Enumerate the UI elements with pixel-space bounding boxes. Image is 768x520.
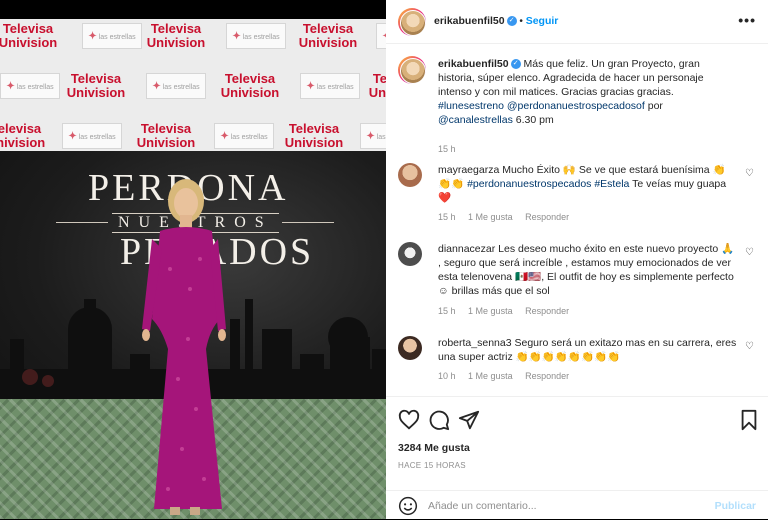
like-comment-heart-icon[interactable]: ♡ xyxy=(745,247,754,258)
comment-age: 15 h xyxy=(438,212,456,222)
author-username[interactable]: erikabuenfil50 xyxy=(434,15,505,27)
caption-hashtags[interactable]: #lunesestreno @perdonanuestrospecadosof xyxy=(438,100,645,112)
verified-badge-icon: ✓ xyxy=(510,59,521,70)
woman-figure xyxy=(142,179,226,515)
comment-item: mayraegarza Mucho Éxito 🙌 Se ve que esta… xyxy=(398,162,758,232)
likes-count[interactable]: 3284 Me gusta xyxy=(398,442,470,454)
follow-button[interactable]: Seguir xyxy=(526,15,559,27)
estrellas-logo: ✦ las estrellas xyxy=(62,123,122,149)
commenter-avatar[interactable] xyxy=(398,163,422,187)
like-comment-heart-icon[interactable]: ♡ xyxy=(745,168,754,179)
comment-meta: 10 h 1 Me gusta Responder xyxy=(438,371,579,381)
comment-hashtags[interactable]: #perdonanuestrospecados #Estela xyxy=(467,178,629,190)
logo-row: TelevisaUnivision ✦ las estrellas Televi… xyxy=(0,19,386,59)
estrellas-logo: ✦ las estrellas xyxy=(360,123,386,149)
verified-badge-icon: ✓ xyxy=(506,16,517,27)
post-details-panel: erikabuenfil50 ✓ • Seguir ••• erikabuenfi… xyxy=(386,0,768,519)
commenter-avatar[interactable] xyxy=(398,242,422,266)
post-header: erikabuenfil50 ✓ • Seguir ••• xyxy=(386,0,768,44)
brand-logo: TelevisaUnivision xyxy=(0,21,58,50)
estrellas-logo: ✦ las estrellas xyxy=(0,73,60,99)
comment-meta: 15 h 1 Me gusta Responder xyxy=(438,306,579,316)
brand-logo: TelevisaUnivision xyxy=(284,121,344,150)
caption-meta: 15 h xyxy=(438,144,466,154)
caption-text-block: erikabuenfil50 ✓ Más que feliz. Un gran P… xyxy=(438,57,738,127)
brand-logo: TelevisaUnivision xyxy=(146,21,206,50)
author-line: erikabuenfil50 ✓ • Seguir xyxy=(434,15,558,27)
comment-item: diannacezar Les deseo mucho éxito en est… xyxy=(398,241,758,319)
caption-time: 6.30 pm xyxy=(515,114,554,126)
estrellas-logo: ✦ las estrellas xyxy=(146,73,206,99)
comment-likes[interactable]: 1 Me gusta xyxy=(468,371,513,381)
comment-item: roberta_senna3 Seguro será un exitazo ma… xyxy=(398,335,758,393)
brand-logo: TelevisaUnivision xyxy=(298,21,358,50)
comment-meta: 15 h 1 Me gusta Responder xyxy=(438,212,579,222)
like-heart-icon[interactable] xyxy=(398,409,420,431)
estrellas-logo: ✦ las estrellas xyxy=(214,123,274,149)
caption: erikabuenfil50 ✓ Más que feliz. Un gran P… xyxy=(398,56,758,154)
like-comment-heart-icon[interactable]: ♡ xyxy=(745,341,754,352)
caption-author[interactable]: erikabuenfil50 xyxy=(438,58,509,70)
comment-likes[interactable]: 1 Me gusta xyxy=(468,306,513,316)
caption-age: 15 h xyxy=(438,144,456,154)
reply-button[interactable]: Responder xyxy=(525,306,569,316)
comment-text-block: roberta_senna3 Seguro será un exitazo ma… xyxy=(438,336,738,364)
more-options-icon[interactable]: ••• xyxy=(738,12,756,28)
brand-logo: TelevisaUnivision xyxy=(0,121,46,150)
brand-logo: TelevisaUnivision xyxy=(220,71,280,100)
estrellas-logo: ✦ las estrellas xyxy=(82,23,142,49)
estrellas-logo: ✦ las estrellas xyxy=(376,23,386,49)
save-bookmark-icon[interactable] xyxy=(738,409,760,431)
comment-likes[interactable]: 1 Me gusta xyxy=(468,212,513,222)
estrellas-logo: ✦ las estrellas xyxy=(226,23,286,49)
caption-author-avatar[interactable] xyxy=(398,56,426,84)
comment-username[interactable]: roberta_senna3 xyxy=(438,337,512,349)
share-send-icon[interactable] xyxy=(458,409,480,431)
estrellas-logo: ✦ las estrellas xyxy=(300,73,360,99)
author-avatar[interactable] xyxy=(398,8,426,36)
comment-text-block: mayraegarza Mucho Éxito 🙌 Se ve que esta… xyxy=(438,163,738,205)
commenter-avatar[interactable] xyxy=(398,336,422,360)
emoji-picker-icon[interactable] xyxy=(398,496,418,516)
comment-bubble-icon[interactable] xyxy=(428,409,450,431)
comment-input[interactable] xyxy=(428,497,688,515)
comment-username[interactable]: diannacezar xyxy=(438,243,495,255)
brand-logo: TelevisaUnivision xyxy=(136,121,196,150)
post-photo[interactable]: Televisa Univision ✦ las estrellas Televi… xyxy=(0,19,386,519)
logo-row: ✦ las estrellas Televisa Univision ✦ las … xyxy=(0,69,386,109)
comments-list[interactable]: erikabuenfil50 ✓ Más que feliz. Un gran P… xyxy=(386,45,768,395)
separator-dot: • xyxy=(519,16,523,27)
caption-channel-mention[interactable]: @canalestrellas xyxy=(438,114,513,126)
comment-text-block: diannacezar Les deseo mucho éxito en est… xyxy=(438,242,738,298)
reply-button[interactable]: Responder xyxy=(525,212,569,222)
post-age: HACE 15 HORAS xyxy=(398,461,466,470)
brand-logo: TelevisaUnivision xyxy=(368,71,386,100)
add-comment-row: Publicar xyxy=(386,490,768,520)
post-actions: 3284 Me gusta HACE 15 HORAS Publicar xyxy=(386,396,768,519)
brand-logo: TelevisaUnivision xyxy=(66,71,126,100)
comment-age: 15 h xyxy=(438,306,456,316)
comment-age: 10 h xyxy=(438,371,456,381)
title-ornament xyxy=(56,222,108,223)
publish-button[interactable]: Publicar xyxy=(715,500,756,512)
reply-button[interactable]: Responder xyxy=(525,371,569,381)
title-ornament xyxy=(282,222,334,223)
caption-by: por xyxy=(647,100,663,112)
comment-username[interactable]: mayraegarza xyxy=(438,164,499,176)
instagram-post-window: Televisa Univision ✦ las estrellas Televi… xyxy=(0,0,768,519)
